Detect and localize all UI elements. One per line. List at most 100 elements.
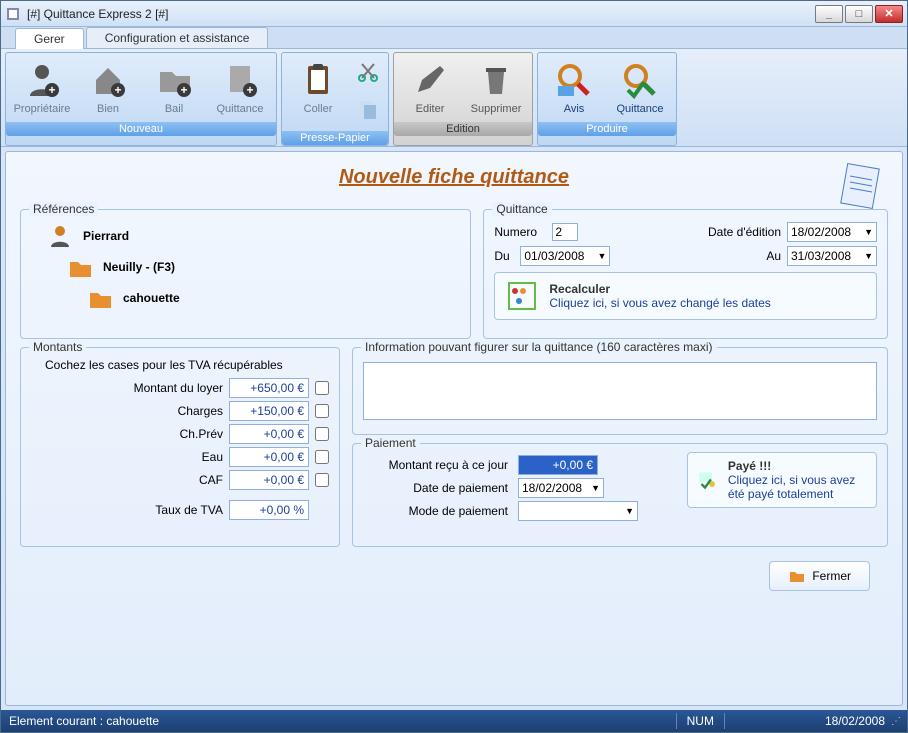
date-au-input[interactable]: 31/03/2008▼ bbox=[787, 246, 877, 266]
status-date: 18/02/2008 bbox=[825, 714, 885, 728]
money-check-icon bbox=[698, 463, 718, 497]
numero-label: Numero bbox=[494, 225, 546, 239]
fermer-button[interactable]: Fermer bbox=[769, 561, 870, 591]
recalc-link: Cliquez ici, si vous avez changé les dat… bbox=[549, 296, 770, 310]
numero-input[interactable] bbox=[552, 223, 578, 241]
caf-input[interactable] bbox=[229, 470, 309, 490]
information-legend: Information pouvant figurer sur la quitt… bbox=[361, 340, 717, 354]
scissors-button[interactable] bbox=[352, 57, 384, 90]
document-add-icon: + bbox=[220, 60, 260, 100]
du-label: Du bbox=[494, 249, 514, 263]
chevron-down-icon: ▼ bbox=[591, 483, 600, 493]
ref-locataire: cahouette bbox=[87, 285, 460, 311]
ribbon-group-produire: Avis Quittance Produire bbox=[537, 52, 677, 146]
date-value: 01/03/2008 bbox=[524, 249, 584, 263]
editer-button[interactable]: Editer bbox=[398, 57, 462, 118]
quittance-produire-button[interactable]: Quittance bbox=[608, 57, 672, 118]
pencil-icon bbox=[410, 60, 450, 100]
proprietaire-button[interactable]: + Propriétaire bbox=[10, 57, 74, 118]
maximize-button[interactable]: □ bbox=[845, 5, 873, 23]
loyer-input[interactable] bbox=[229, 378, 309, 398]
titlebar: [#] Quittance Express 2 [#] _ □ ✕ bbox=[1, 1, 907, 27]
minimize-button[interactable]: _ bbox=[815, 5, 843, 23]
chevron-down-icon: ▼ bbox=[864, 251, 873, 261]
app-icon bbox=[5, 6, 21, 22]
montants-legend: Montants bbox=[29, 340, 86, 354]
ribbon-group-label: Presse-Papier bbox=[282, 131, 388, 145]
tab-gerer[interactable]: Gerer bbox=[15, 28, 84, 49]
date-paiement-input[interactable]: 18/02/2008▼ bbox=[518, 478, 604, 498]
scissors-icon bbox=[356, 60, 380, 84]
ribbon: + Propriétaire + Bien + Bail + Quittance… bbox=[1, 49, 907, 147]
caf-tva-checkbox[interactable] bbox=[315, 473, 329, 487]
chprev-label: Ch.Prév bbox=[180, 427, 223, 441]
ribbon-label: Quittance bbox=[616, 103, 663, 115]
house-add-icon: + bbox=[88, 60, 128, 100]
statusbar: Element courant : cahouette NUM 18/02/20… bbox=[1, 710, 907, 732]
supprimer-button[interactable]: Supprimer bbox=[464, 57, 528, 118]
mode-paiement-select[interactable]: ▼ bbox=[518, 501, 638, 521]
chevron-down-icon: ▼ bbox=[864, 227, 873, 237]
ref-text: Pierrard bbox=[83, 229, 129, 243]
status-left: Element courant : cahouette bbox=[9, 714, 159, 728]
paye-button[interactable]: Payé !!! Cliquez ici, si vous avez été p… bbox=[687, 452, 877, 508]
paid-title: Payé !!! bbox=[728, 459, 866, 473]
montants-hint: Cochez les cases pour les TVA récupérabl… bbox=[45, 358, 329, 372]
copy-button[interactable] bbox=[352, 94, 384, 127]
au-label: Au bbox=[761, 249, 781, 263]
fermer-label: Fermer bbox=[812, 569, 851, 583]
folder-orange-icon bbox=[788, 567, 806, 585]
window-title: [#] Quittance Express 2 [#] bbox=[27, 7, 815, 21]
status-num: NUM bbox=[687, 714, 714, 728]
bien-button[interactable]: + Bien bbox=[76, 57, 140, 118]
coller-button[interactable]: Coller bbox=[286, 57, 350, 127]
chprev-input[interactable] bbox=[229, 424, 309, 444]
ribbon-label: Editer bbox=[416, 103, 445, 115]
user-icon bbox=[47, 223, 73, 249]
mode-paiement-label: Mode de paiement bbox=[363, 504, 508, 518]
recalculer-button[interactable]: Recalculer Cliquez ici, si vous avez cha… bbox=[494, 272, 877, 320]
ribbon-group-label: Edition bbox=[394, 122, 532, 136]
charges-tva-checkbox[interactable] bbox=[315, 404, 329, 418]
paiement-legend: Paiement bbox=[361, 436, 420, 450]
close-window-button[interactable]: ✕ bbox=[875, 5, 903, 23]
ribbon-label: Supprimer bbox=[471, 103, 522, 115]
clipboard-icon bbox=[298, 60, 338, 100]
app-window: [#] Quittance Express 2 [#] _ □ ✕ Gerer … bbox=[0, 0, 908, 733]
references-legend: Références bbox=[29, 202, 98, 216]
tab-configuration[interactable]: Configuration et assistance bbox=[86, 27, 269, 48]
eau-tva-checkbox[interactable] bbox=[315, 450, 329, 464]
date-edition-input[interactable]: 18/02/2008▼ bbox=[787, 222, 877, 242]
bail-button[interactable]: + Bail bbox=[142, 57, 206, 118]
quittance-icon bbox=[620, 60, 660, 100]
ref-bien: Neuilly - (F3) bbox=[67, 254, 460, 280]
montant-recu-input[interactable] bbox=[518, 455, 598, 475]
charges-input[interactable] bbox=[229, 401, 309, 421]
eau-input[interactable] bbox=[229, 447, 309, 467]
ribbon-label: Avis bbox=[564, 103, 585, 115]
charges-label: Charges bbox=[178, 404, 223, 418]
chevron-down-icon: ▼ bbox=[597, 251, 606, 261]
tva-label: Taux de TVA bbox=[155, 503, 223, 517]
loyer-tva-checkbox[interactable] bbox=[315, 381, 329, 395]
tab-strip: Gerer Configuration et assistance bbox=[1, 27, 907, 49]
resize-grip-icon[interactable]: ⋰ bbox=[891, 716, 899, 727]
ribbon-label: Quittance bbox=[216, 103, 263, 115]
ribbon-group-presse: Coller Presse-Papier bbox=[281, 52, 389, 146]
svg-text:+: + bbox=[180, 83, 187, 97]
page-title: Nouvelle fiche quittance bbox=[20, 166, 888, 189]
ribbon-group-label: Nouveau bbox=[6, 122, 276, 136]
avis-button[interactable]: Avis bbox=[542, 57, 606, 118]
ribbon-group-label: Produire bbox=[538, 122, 676, 136]
references-box: Références Pierrard Neuilly - (F3) cahou… bbox=[20, 209, 471, 339]
document-icon bbox=[834, 160, 886, 212]
information-textarea[interactable] bbox=[363, 362, 877, 420]
chprev-tva-checkbox[interactable] bbox=[315, 427, 329, 441]
ribbon-label: Coller bbox=[304, 103, 333, 115]
tva-input[interactable] bbox=[229, 500, 309, 520]
montants-box: Montants Cochez les cases pour les TVA r… bbox=[20, 347, 340, 547]
quittance-box: Quittance Numero Date d'édition 18/02/20… bbox=[483, 209, 888, 339]
quittance-new-button[interactable]: + Quittance bbox=[208, 57, 272, 118]
content-area: Nouvelle fiche quittance Références Pier… bbox=[5, 151, 903, 706]
date-du-input[interactable]: 01/03/2008 ▼ bbox=[520, 246, 610, 266]
